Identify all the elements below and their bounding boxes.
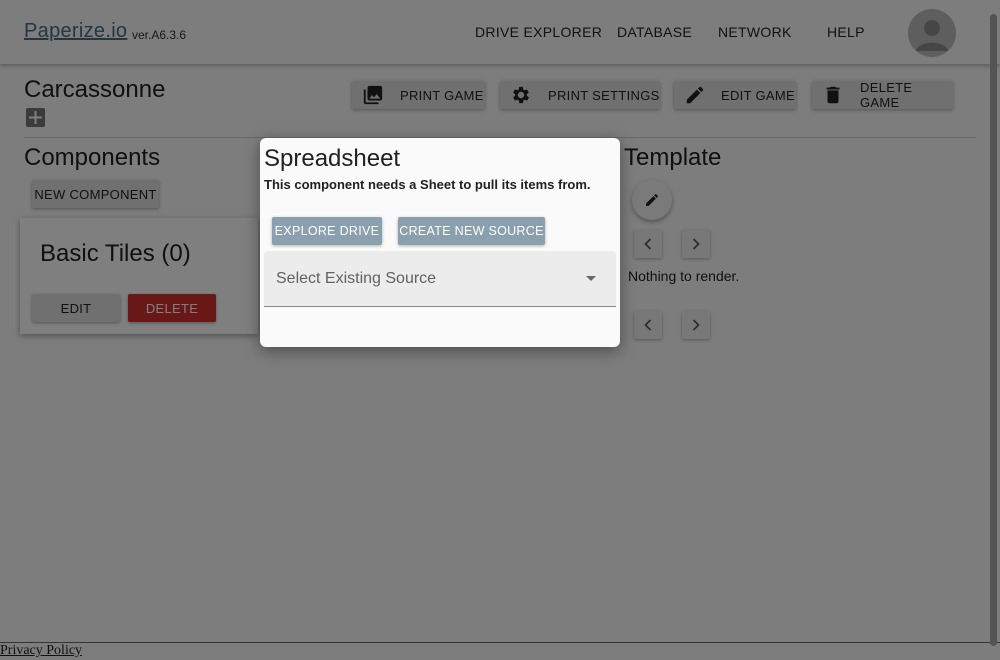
existing-source-select[interactable]: Select Existing Source — [264, 251, 616, 307]
select-placeholder: Select Existing Source — [276, 270, 437, 287]
explore-drive-button[interactable]: EXPLORE DRIVE — [272, 217, 382, 245]
create-new-source-button[interactable]: CREATE NEW SOURCE — [398, 217, 545, 245]
dialog-title: Spreadsheet — [264, 145, 401, 172]
dialog-subtitle: This component needs a Sheet to pull its… — [264, 177, 591, 192]
spreadsheet-dialog: Spreadsheet This component needs a Sheet… — [260, 138, 620, 347]
caret-down-icon — [586, 276, 596, 281]
